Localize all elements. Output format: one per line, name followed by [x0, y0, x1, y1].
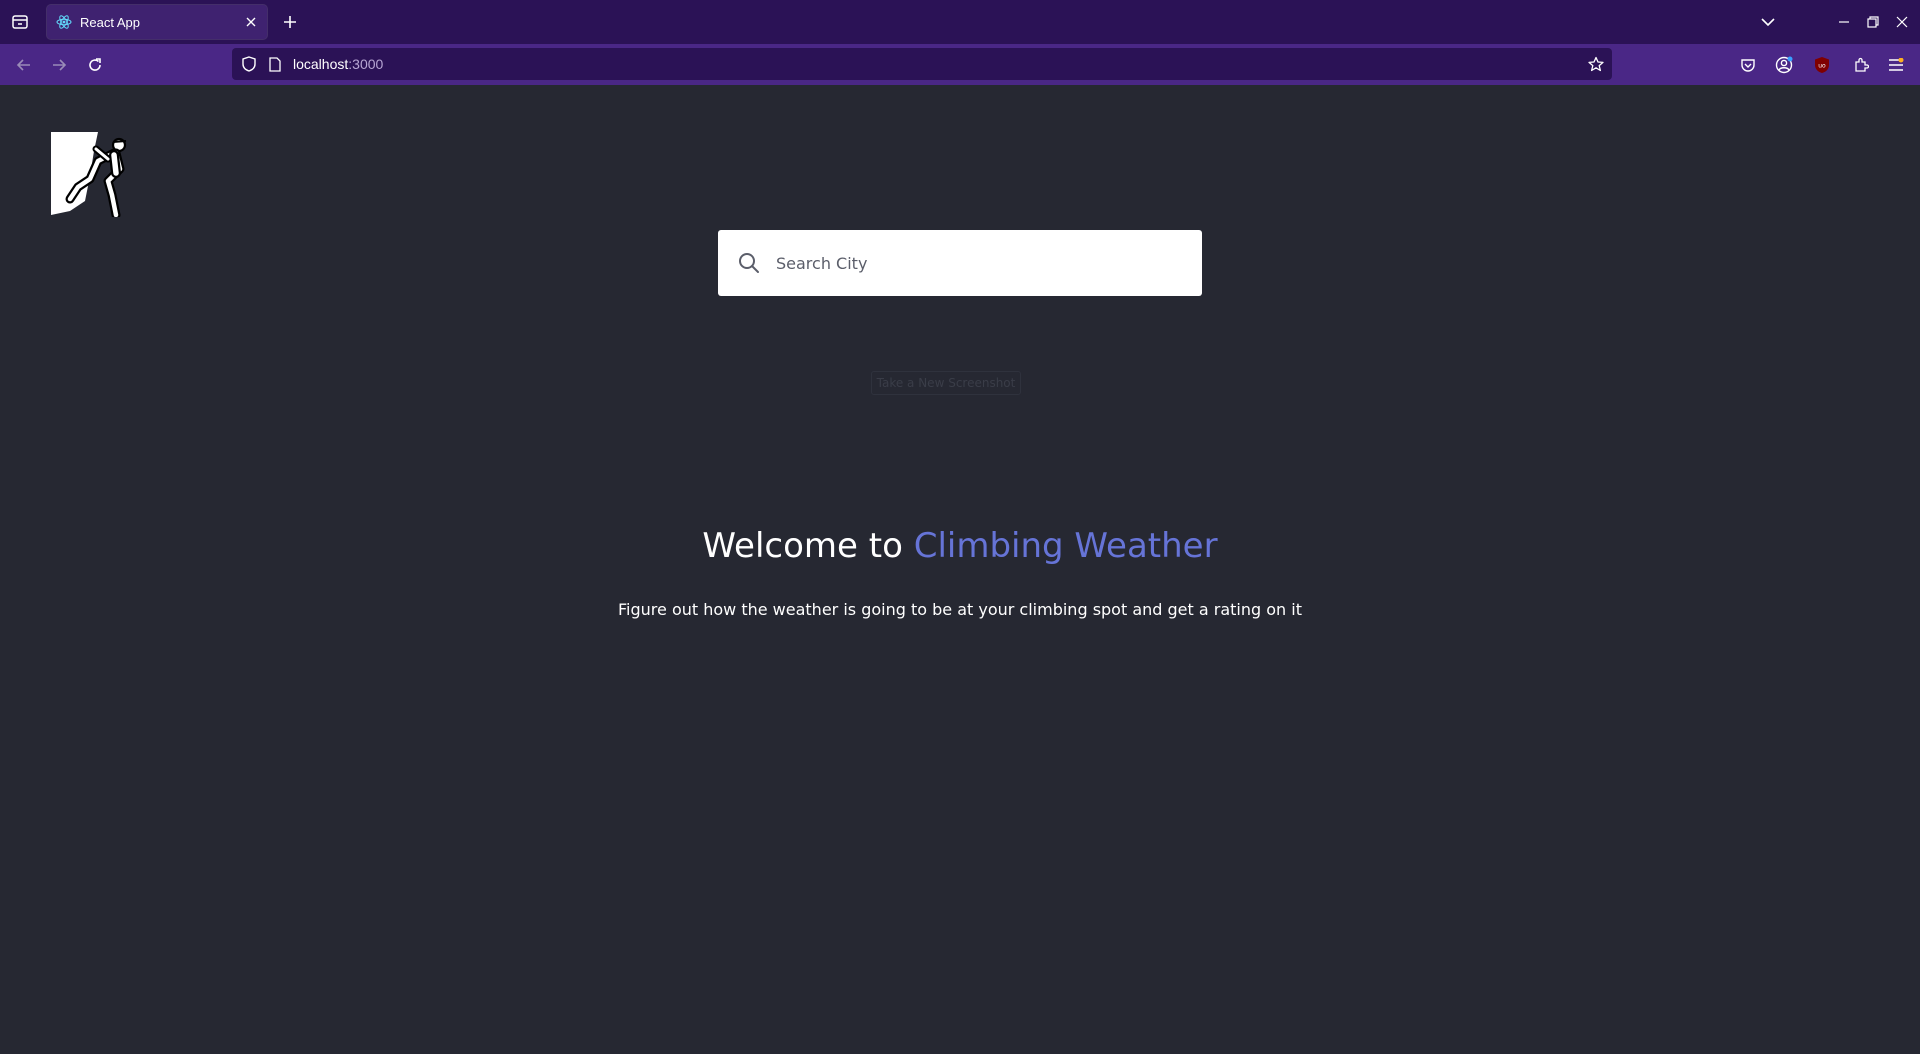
page-title: Welcome to Climbing Weather — [0, 526, 1920, 566]
hamburger-icon[interactable] — [1885, 54, 1907, 76]
close-window-icon[interactable] — [1892, 12, 1912, 32]
star-icon[interactable] — [1588, 56, 1604, 72]
url-host: localhost — [293, 56, 349, 72]
pocket-icon[interactable] — [1737, 54, 1759, 76]
close-icon[interactable] — [243, 14, 259, 30]
svg-text:uo: uo — [1818, 63, 1826, 70]
url-text[interactable]: localhost:3000 — [293, 56, 383, 72]
reload-icon[interactable] — [84, 54, 106, 76]
forward-arrow-icon[interactable] — [48, 54, 70, 76]
shield-icon[interactable] — [241, 56, 257, 72]
puzzle-icon[interactable] — [1850, 54, 1872, 76]
title-accent: Climbing Weather — [913, 526, 1218, 566]
chevron-down-icon[interactable] — [1758, 12, 1778, 32]
climber-logo[interactable] — [50, 131, 130, 220]
url-port: :3000 — [348, 56, 384, 72]
browser-tab-bar: React App — [0, 0, 1920, 44]
firefox-view-icon[interactable] — [8, 11, 32, 33]
page-icon[interactable] — [267, 56, 283, 72]
page-subtitle: Figure out how the weather is going to b… — [618, 600, 1302, 619]
search-input[interactable] — [774, 230, 1184, 296]
search-box[interactable] — [718, 230, 1202, 296]
take-screenshot-button[interactable]: Take a New Screenshot — [871, 371, 1021, 395]
browser-nav-bar: localhost:3000 uo — [0, 44, 1920, 85]
react-atom-icon — [56, 14, 72, 30]
ublock-icon[interactable]: uo — [1811, 54, 1833, 76]
title-prefix: Welcome to — [702, 526, 914, 566]
page-content: Take a New Screenshot Welcome to Climbin… — [0, 85, 1920, 1054]
tab-title: React App — [80, 14, 140, 30]
browser-tab[interactable]: React App — [47, 5, 267, 39]
back-arrow-icon[interactable] — [13, 54, 35, 76]
account-icon[interactable] — [1773, 54, 1795, 76]
restore-icon[interactable] — [1863, 12, 1883, 32]
plus-icon[interactable] — [280, 12, 300, 32]
url-bar[interactable]: localhost:3000 — [232, 48, 1612, 80]
search-icon — [738, 252, 760, 274]
minimize-icon[interactable] — [1834, 12, 1854, 32]
